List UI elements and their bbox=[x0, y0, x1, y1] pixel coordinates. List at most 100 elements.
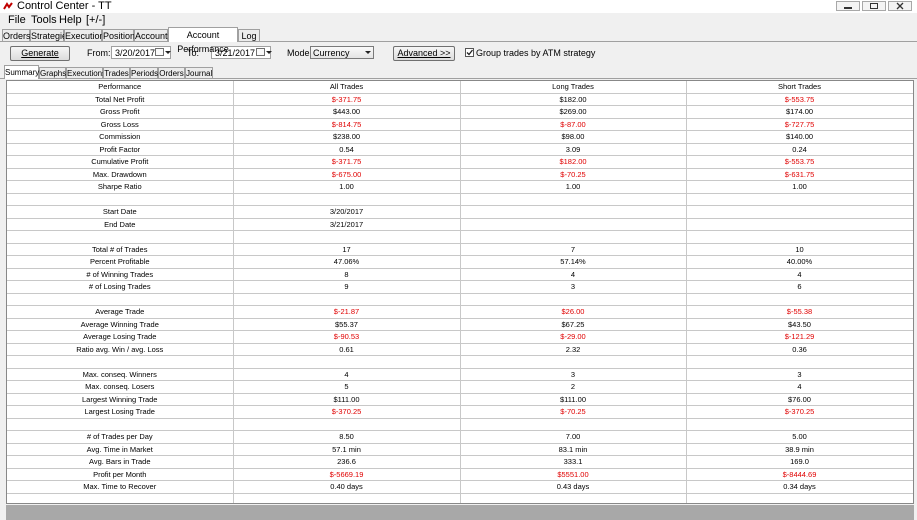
performance-summary-grid[interactable]: Performance All Trades Long Trades Short… bbox=[6, 80, 914, 504]
metric-value: 2.32 bbox=[460, 343, 687, 356]
mode-select[interactable]: Currency bbox=[310, 46, 374, 59]
table-row[interactable]: Avg. Time in Market 57.1 min 83.1 min 38.9 … bbox=[7, 443, 913, 456]
metric-value: $-55.38 bbox=[686, 305, 913, 319]
subtab-graphs[interactable]: Graphs bbox=[39, 67, 66, 78]
table-row[interactable]: Max. conseq. Winners 4 3 3 bbox=[7, 368, 913, 381]
metric-value: 8 bbox=[233, 268, 461, 281]
metric-label: # of Losing Trades bbox=[7, 280, 234, 294]
table-row[interactable] bbox=[7, 193, 913, 206]
table-row[interactable]: Percent Profitable 47.06% 57.14% 40.00% bbox=[7, 255, 913, 269]
table-row[interactable]: Average Winning Trade $55.37 $67.25 $43.50 bbox=[7, 318, 913, 331]
table-row[interactable]: Gross Profit $443.00 $269.00 $174.00 bbox=[7, 105, 913, 119]
table-row[interactable]: Sharpe Ratio 1.00 1.00 1.00 bbox=[7, 180, 913, 194]
metric-value: 17 bbox=[233, 243, 461, 256]
table-row[interactable]: Profit Factor 0.54 3.09 0.24 bbox=[7, 143, 913, 156]
header-all-trades[interactable]: All Trades bbox=[233, 81, 461, 94]
table-row[interactable]: Profit per Month $-5669.19 $5551.00 $-8444.… bbox=[7, 468, 913, 481]
metric-value bbox=[686, 355, 913, 369]
metric-value: $67.25 bbox=[460, 318, 687, 331]
metric-label: Avg. Time in Market bbox=[7, 443, 234, 456]
subtab-executions[interactable]: Executions bbox=[66, 67, 106, 78]
table-row[interactable]: Cumulative Profit $-371.75 $182.00 $-553.75 bbox=[7, 155, 913, 169]
metric-value: 57.1 min bbox=[233, 443, 461, 456]
to-dropdown-icon[interactable] bbox=[266, 51, 272, 54]
metric-label: Max. Time to Recover bbox=[7, 480, 234, 494]
table-row[interactable]: Start Date 3/20/2017 bbox=[7, 205, 913, 219]
advanced-button[interactable]: Advanced >> bbox=[393, 46, 455, 61]
tab-executions[interactable]: Executions bbox=[64, 29, 109, 41]
metric-value bbox=[233, 493, 461, 503]
generate-button[interactable]: Generate bbox=[10, 46, 70, 61]
table-row[interactable]: Max. Drawdown $-675.00 $-70.25 $-631.75 bbox=[7, 168, 913, 181]
menu-help[interactable]: Help bbox=[59, 13, 82, 28]
grid-empty-area bbox=[6, 505, 914, 520]
metric-value bbox=[233, 230, 461, 244]
table-row[interactable]: Average Losing Trade $-90.53 $-29.00 $-121.… bbox=[7, 330, 913, 344]
app-logo-icon bbox=[3, 2, 13, 10]
table-row[interactable] bbox=[7, 418, 913, 431]
table-row[interactable]: Max. Time to Recover 0.40 days 0.43 days 0.… bbox=[7, 480, 913, 494]
to-calendar-icon[interactable] bbox=[256, 48, 265, 56]
table-row[interactable] bbox=[7, 293, 913, 306]
tab-positions[interactable]: Positions bbox=[102, 29, 140, 41]
tab-accounts[interactable]: Accounts bbox=[134, 29, 172, 41]
table-row[interactable]: End Date 3/21/2017 bbox=[7, 218, 913, 231]
metric-value: $182.00 bbox=[460, 93, 687, 106]
metric-value bbox=[460, 218, 687, 231]
table-header-row: Performance All Trades Long Trades Short… bbox=[7, 81, 913, 94]
group-trades-checkbox[interactable] bbox=[465, 48, 474, 57]
sub-tab-row: Summary Graphs Executions Trades Periods… bbox=[0, 65, 917, 79]
table-row[interactable]: # of Trades per Day 8.50 7.00 5.00 bbox=[7, 430, 913, 444]
table-row[interactable] bbox=[7, 355, 913, 369]
metric-value: $26.00 bbox=[460, 305, 687, 319]
table-row[interactable]: # of Losing Trades 9 3 6 bbox=[7, 280, 913, 294]
close-icon bbox=[896, 2, 904, 10]
close-window-button[interactable] bbox=[888, 1, 912, 11]
menu-tools[interactable]: Tools bbox=[31, 13, 57, 28]
table-row[interactable]: Commission $238.00 $98.00 $140.00 bbox=[7, 130, 913, 144]
subtab-journal[interactable]: Journal bbox=[185, 67, 213, 78]
menu-bar: File Tools Help [+/-] bbox=[0, 13, 917, 28]
metric-value bbox=[460, 293, 687, 306]
metric-value: $5551.00 bbox=[460, 468, 687, 481]
table-row[interactable]: Max. conseq. Losers 5 2 4 bbox=[7, 380, 913, 394]
from-calendar-icon[interactable] bbox=[155, 48, 164, 56]
table-row[interactable]: # of Winning Trades 8 4 4 bbox=[7, 268, 913, 281]
header-short-trades[interactable]: Short Trades bbox=[686, 81, 913, 94]
minimize-button[interactable] bbox=[836, 1, 860, 11]
table-row[interactable] bbox=[7, 230, 913, 244]
from-dropdown-icon[interactable] bbox=[165, 51, 171, 54]
group-trades-label[interactable]: Group trades by ATM strategy bbox=[476, 47, 595, 59]
tab-log[interactable]: Log bbox=[238, 29, 260, 41]
subtab-summary[interactable]: Summary bbox=[4, 65, 39, 79]
header-long-trades[interactable]: Long Trades bbox=[460, 81, 687, 94]
tab-orders[interactable]: Orders bbox=[2, 29, 31, 41]
table-row[interactable]: Ratio avg. Win / avg. Loss 0.61 2.32 0.36 bbox=[7, 343, 913, 356]
table-row[interactable]: Total Net Profit $-371.75 $182.00 $-553.75 bbox=[7, 93, 913, 106]
header-performance[interactable]: Performance bbox=[7, 81, 234, 94]
subtab-orders[interactable]: Orders bbox=[158, 67, 185, 78]
metric-value: 4 bbox=[460, 268, 687, 281]
subtab-trades[interactable]: Trades bbox=[103, 67, 130, 78]
metric-value: $-90.53 bbox=[233, 330, 461, 344]
tab-strategies[interactable]: Strategies bbox=[30, 29, 72, 41]
metric-value: $-70.25 bbox=[460, 168, 687, 181]
table-row[interactable]: Largest Losing Trade $-370.25 $-70.25 $-370… bbox=[7, 405, 913, 419]
table-row[interactable]: Total # of Trades 17 7 10 bbox=[7, 243, 913, 256]
table-row[interactable] bbox=[7, 493, 913, 503]
subtab-periods[interactable]: Periods bbox=[130, 67, 158, 78]
menu-expand-toggle[interactable]: [+/-] bbox=[86, 13, 105, 28]
menu-file[interactable]: File bbox=[8, 13, 26, 28]
metric-value: 0.61 bbox=[233, 343, 461, 356]
table-row[interactable]: Gross Loss $-814.75 $-87.00 $-727.75 bbox=[7, 118, 913, 131]
table-row[interactable]: Avg. Bars in Trade 236.6 333.1 169.0 bbox=[7, 455, 913, 469]
tab-account-performance[interactable]: Account Performance bbox=[168, 27, 238, 54]
table-row[interactable]: Average Trade $-21.87 $26.00 $-55.38 bbox=[7, 305, 913, 319]
metric-value: 0.40 days bbox=[233, 480, 461, 494]
metric-value: $43.50 bbox=[686, 318, 913, 331]
table-row[interactable]: Largest Winning Trade $111.00 $111.00 $76.0… bbox=[7, 393, 913, 406]
maximize-button[interactable] bbox=[862, 1, 886, 11]
metric-label bbox=[7, 193, 234, 206]
metric-value bbox=[686, 493, 913, 503]
metric-value: 3 bbox=[686, 368, 913, 381]
